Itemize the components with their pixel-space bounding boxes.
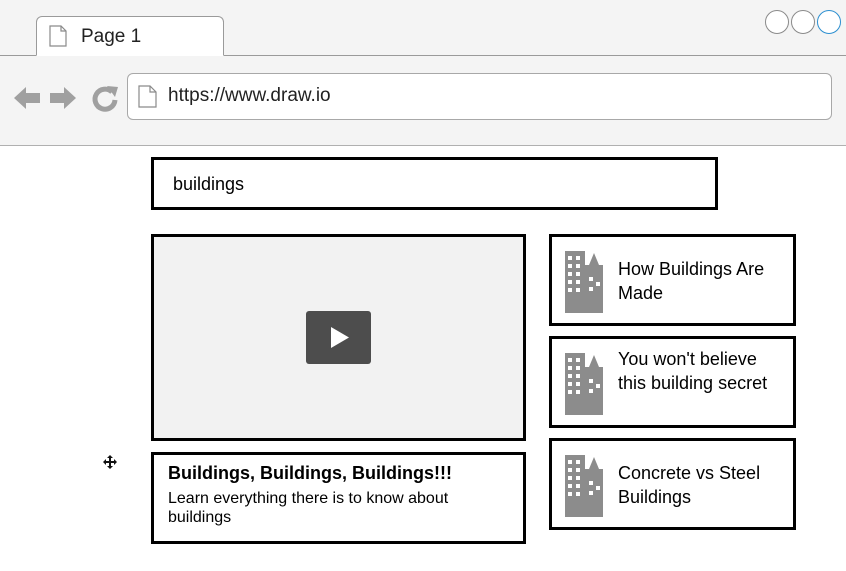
building-icon xyxy=(565,353,603,415)
tab-page-1[interactable]: Page 1 xyxy=(36,16,224,56)
tab-label: Page 1 xyxy=(81,26,142,47)
building-icon xyxy=(565,251,603,313)
maximize-window-button[interactable] xyxy=(817,10,841,34)
address-bar[interactable] xyxy=(127,73,832,120)
navigation-bar xyxy=(0,56,846,146)
play-icon xyxy=(331,327,349,348)
close-window-button[interactable] xyxy=(765,10,789,34)
url-input[interactable] xyxy=(168,80,808,112)
related-video-title: You won't believe this building secret xyxy=(618,349,768,393)
tab-bar: Page 1 xyxy=(0,0,846,56)
browser-window: Page 1 https://www.draw.io buildings Bui… xyxy=(0,0,846,571)
minimize-window-button[interactable] xyxy=(791,10,815,34)
video-player[interactable] xyxy=(151,234,526,441)
arrow-left-icon[interactable] xyxy=(12,83,42,113)
arrow-right-icon[interactable] xyxy=(48,83,78,113)
video-info-panel: Buildings, Buildings, Buildings!!! Learn… xyxy=(151,452,526,544)
related-video-card[interactable]: How Buildings Are Made xyxy=(549,234,796,326)
search-input[interactable] xyxy=(173,170,693,198)
related-video-title: Concrete vs Steel Buildings xyxy=(618,463,761,507)
page-icon xyxy=(49,25,67,47)
page-icon xyxy=(138,85,157,108)
window-controls xyxy=(765,10,841,36)
play-button[interactable] xyxy=(306,311,371,364)
move-icon xyxy=(103,455,117,469)
search-box[interactable] xyxy=(151,157,718,210)
video-title[interactable]: Buildings, Buildings, Buildings!!! xyxy=(168,463,452,484)
reload-icon[interactable] xyxy=(90,83,120,113)
building-icon xyxy=(565,455,603,517)
page-content: Buildings, Buildings, Buildings!!! Learn… xyxy=(0,146,846,571)
related-video-card[interactable]: Concrete vs Steel Buildings xyxy=(549,438,796,530)
video-description: Learn everything there is to know about … xyxy=(168,490,449,526)
related-video-title: How Buildings Are Made xyxy=(618,259,765,303)
related-video-card[interactable]: You won't believe this building secret xyxy=(549,336,796,428)
